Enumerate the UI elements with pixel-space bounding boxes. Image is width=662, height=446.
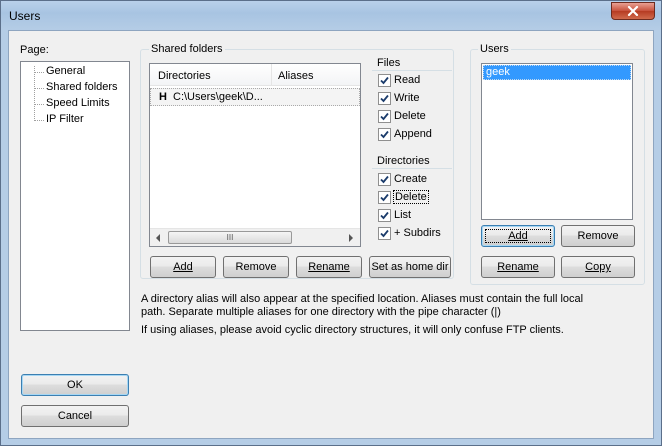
- create-label[interactable]: Create: [394, 173, 427, 185]
- checkmark-icon: [380, 76, 389, 85]
- rename-user-label: Rename: [497, 261, 539, 273]
- title-bar[interactable]: Users: [1, 1, 661, 29]
- add-folder-button[interactable]: Add: [150, 256, 216, 278]
- tree-connector: [34, 120, 44, 121]
- table-row[interactable]: H C:\Users\geek\D...: [150, 88, 360, 106]
- users-list[interactable]: geek: [481, 63, 633, 220]
- checkmark-icon: [380, 211, 389, 220]
- directories-label: Directories: [377, 155, 430, 167]
- checkmark-icon: [380, 112, 389, 121]
- scroll-left-icon[interactable]: [155, 234, 161, 242]
- alias-help-line-3: If using aliases, please avoid cyclic di…: [141, 324, 564, 336]
- set-home-dir-label: Set as home dir: [371, 261, 449, 273]
- remove-folder-button[interactable]: Remove: [223, 256, 289, 278]
- remove-user-button[interactable]: Remove: [561, 225, 635, 247]
- scroll-thumb[interactable]: III: [168, 231, 292, 244]
- set-home-dir-button[interactable]: Set as home dir: [369, 256, 451, 278]
- column-aliases[interactable]: Aliases: [278, 70, 313, 82]
- cancel-label: Cancel: [57, 410, 93, 422]
- copy-user-button[interactable]: Copy: [561, 256, 635, 278]
- checkmark-icon: [380, 175, 389, 184]
- tree-connector: [34, 72, 44, 73]
- remove-user-label: Remove: [577, 230, 619, 242]
- list-label[interactable]: List: [394, 209, 411, 221]
- copy-user-label: Copy: [585, 261, 611, 273]
- tree-item-ip-filter[interactable]: IP Filter: [46, 113, 84, 125]
- create-checkbox[interactable]: [378, 173, 391, 186]
- checkmark-icon: [380, 193, 389, 202]
- ok-button[interactable]: OK: [21, 374, 129, 396]
- folders-list[interactable]: Directories Aliases H C:\Users\geek\D...…: [149, 63, 361, 247]
- home-dir-marker: H: [159, 91, 167, 103]
- checkmark-icon: [380, 94, 389, 103]
- column-directories[interactable]: Directories: [158, 70, 211, 82]
- page-label: Page:: [20, 44, 49, 56]
- tree-connector: [34, 88, 44, 89]
- rename-folder-label: Rename: [308, 261, 350, 273]
- shared-folders-label: Shared folders: [149, 43, 225, 55]
- tree-item-speed-limits[interactable]: Speed Limits: [46, 97, 110, 109]
- list-item[interactable]: geek: [483, 65, 631, 80]
- rename-user-button[interactable]: Rename: [481, 256, 555, 278]
- tree-connector: [34, 104, 44, 105]
- file-delete-checkbox[interactable]: [378, 110, 391, 123]
- subdirs-label[interactable]: + Subdirs: [394, 227, 441, 239]
- cancel-button[interactable]: Cancel: [21, 405, 129, 427]
- scroll-grip: III: [226, 233, 234, 242]
- add-user-button[interactable]: Add: [481, 225, 555, 247]
- window-title: Users: [9, 9, 41, 23]
- read-label[interactable]: Read: [394, 74, 420, 86]
- checkmark-icon: [380, 229, 389, 238]
- column-divider: [271, 64, 272, 86]
- rename-folder-button[interactable]: Rename: [296, 256, 362, 278]
- tree-item-general[interactable]: General: [46, 65, 85, 77]
- list-checkbox[interactable]: [378, 209, 391, 222]
- dir-delete-label[interactable]: Delete: [393, 190, 429, 204]
- write-checkbox[interactable]: [378, 92, 391, 105]
- ok-label: OK: [67, 379, 83, 391]
- tree-connector: [34, 66, 35, 121]
- remove-folder-label: Remove: [235, 261, 277, 273]
- scroll-right-icon[interactable]: [348, 234, 354, 242]
- subdirs-checkbox[interactable]: [378, 227, 391, 240]
- file-delete-label[interactable]: Delete: [394, 110, 426, 122]
- page-tree[interactable]: General Shared folders Speed Limits IP F…: [20, 61, 130, 331]
- alias-help-line-2: path. Separate multiple aliases for one …: [141, 306, 501, 318]
- checkmark-icon: [380, 130, 389, 139]
- append-checkbox[interactable]: [378, 128, 391, 141]
- directory-cell: C:\Users\geek\D...: [173, 91, 263, 103]
- close-button[interactable]: [611, 2, 655, 20]
- add-folder-label: Add: [173, 261, 193, 273]
- list-header: Directories Aliases: [150, 64, 360, 86]
- dialog-body: Page: General Shared folders Speed Limit…: [8, 30, 654, 439]
- append-label[interactable]: Append: [394, 128, 432, 140]
- users-dialog: Users Page: General Shared folders Speed…: [0, 0, 662, 446]
- write-label[interactable]: Write: [394, 92, 419, 104]
- add-user-label: Add: [508, 230, 528, 242]
- users-label: Users: [478, 43, 511, 55]
- read-checkbox[interactable]: [378, 74, 391, 87]
- files-label: Files: [377, 57, 401, 69]
- alias-help-line-1: A directory alias will also appear at th…: [141, 293, 584, 305]
- user-geek: geek: [486, 66, 510, 78]
- close-icon: [627, 6, 639, 16]
- dir-delete-checkbox[interactable]: [378, 191, 391, 204]
- horizontal-scrollbar[interactable]: III: [150, 228, 360, 246]
- tree-item-shared-folders[interactable]: Shared folders: [46, 81, 118, 93]
